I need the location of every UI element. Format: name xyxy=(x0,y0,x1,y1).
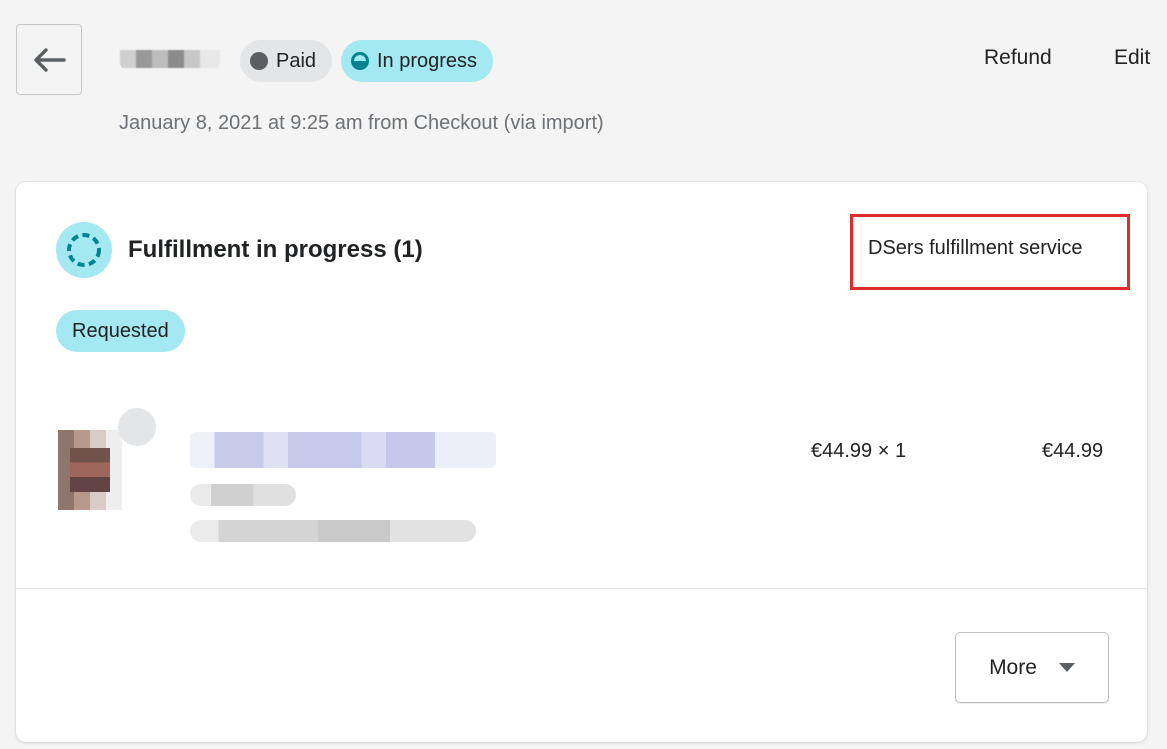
order-details-page: Paid In progress Refund Edit January 8, … xyxy=(0,0,1167,749)
more-actions-label: More xyxy=(989,655,1037,679)
refund-button[interactable]: Refund xyxy=(984,46,1052,70)
fulfillment-service-name[interactable]: DSers fulfillment service xyxy=(868,237,1083,260)
fulfillment-card: Fulfillment in progress (1) DSers fulfil… xyxy=(16,182,1147,742)
order-number-redacted xyxy=(118,36,222,76)
fulfillment-status-label: In progress xyxy=(377,49,478,72)
line-item-unit-price: €44.99 × 1 xyxy=(811,440,907,462)
card-divider xyxy=(16,588,1147,589)
progress-circle-icon xyxy=(56,222,112,278)
caret-down-icon xyxy=(1058,663,1075,672)
half-circle-icon xyxy=(351,52,369,70)
product-variant-redacted xyxy=(190,484,296,506)
product-title-redacted[interactable] xyxy=(190,432,496,468)
payment-status-label: Paid xyxy=(276,49,317,72)
quantity-bubble xyxy=(118,408,156,446)
fulfillment-service-highlight: DSers fulfillment service xyxy=(850,214,1130,290)
more-actions-button[interactable]: More xyxy=(955,632,1109,703)
back-button[interactable] xyxy=(16,24,82,95)
product-sku-redacted xyxy=(190,520,476,542)
paid-dot-icon xyxy=(250,52,268,70)
line-item-total: €44.99 xyxy=(1042,440,1104,462)
fulfillment-title: Fulfillment in progress (1) xyxy=(128,236,423,263)
arrow-left-icon xyxy=(34,47,66,72)
payment-status-badge: Paid xyxy=(240,40,333,82)
fulfillment-status-badge: In progress xyxy=(341,40,494,82)
order-date-source: January 8, 2021 at 9:25 am from Checkout… xyxy=(119,112,604,134)
product-thumbnail[interactable] xyxy=(56,408,158,510)
requested-badge: Requested xyxy=(56,310,185,352)
edit-button[interactable]: Edit xyxy=(1114,46,1150,70)
